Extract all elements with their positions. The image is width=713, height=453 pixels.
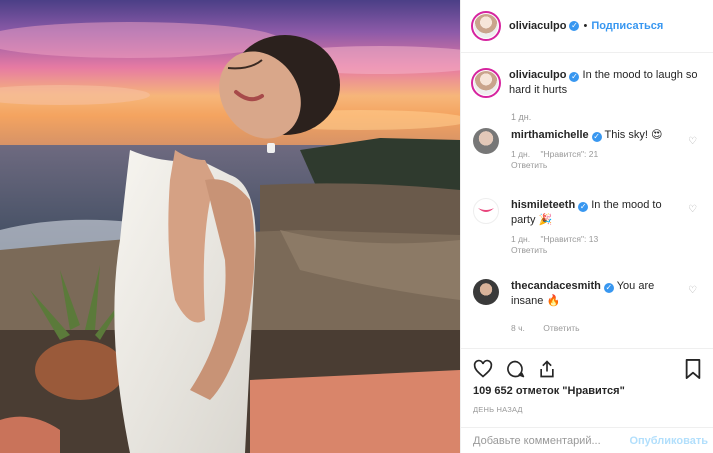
comment-item: mirthamichelle ✓ This sky! 😍 1 дн. "Нрави… <box>471 128 709 171</box>
reply-button[interactable]: Ответить <box>511 160 547 170</box>
author-avatar[interactable] <box>471 11 501 41</box>
heart-icon[interactable] <box>473 359 493 379</box>
reply-button[interactable]: Ответить <box>511 245 547 255</box>
follow-button[interactable]: Подписаться <box>591 20 663 32</box>
commenter-avatar[interactable] <box>473 198 499 224</box>
comment-meta: 8 ч. Ответить <box>511 323 686 334</box>
post-date: ДЕНЬ НАЗАД <box>473 405 523 414</box>
comment-time: 1 дн. <box>511 149 531 159</box>
comment-time: 8 ч. <box>511 323 525 333</box>
post-sidebar: oliviaculpo ✓ • Подписаться oliviaculpo ✓… <box>460 0 713 453</box>
verified-icon: ✓ <box>578 202 589 212</box>
heart-icon[interactable]: ♡ <box>688 136 697 147</box>
comment-text: This sky! 😍 <box>604 129 663 141</box>
commenter-avatar[interactable] <box>473 128 499 154</box>
post-header: oliviaculpo ✓ • Подписаться <box>461 0 713 53</box>
post-actions: 109 652 отметок "Нравится" ДЕНЬ НАЗАД Оп… <box>461 348 713 453</box>
post-photo[interactable] <box>0 0 460 453</box>
heart-icon[interactable]: ♡ <box>688 285 697 296</box>
comment-meta: 1 дн. "Нравится": 13 Ответить <box>511 234 686 256</box>
post-caption: oliviaculpo ✓ In the mood to laugh so har… <box>471 68 709 98</box>
comment-username[interactable]: hismileteeth <box>511 199 575 211</box>
verified-icon: ✓ <box>591 132 602 142</box>
comment-time: 1 дн. <box>511 234 531 244</box>
commenter-avatar[interactable] <box>473 279 499 305</box>
verified-icon: ✓ <box>603 283 614 293</box>
separator-dot: • <box>583 20 588 32</box>
comment-body: mirthamichelle ✓ This sky! 😍 1 дн. "Нрави… <box>511 128 686 171</box>
comment-input[interactable] <box>473 435 623 447</box>
comment-meta: 1 дн. "Нравится": 21 Ответить <box>511 149 686 171</box>
comment-username[interactable]: mirthamichelle <box>511 129 589 141</box>
reply-button[interactable]: Ответить <box>543 323 579 333</box>
action-icons <box>473 359 569 379</box>
share-icon[interactable] <box>537 359 557 379</box>
caption-time: 1 дн. <box>511 112 532 122</box>
likes-count[interactable]: 109 652 отметок "Нравится" <box>473 385 625 397</box>
comment-body: hismileteeth ✓ In the mood to party 🎉 1 д… <box>511 198 686 256</box>
caption-username[interactable]: oliviaculpo <box>509 69 566 81</box>
comment-body: thecandacesmith ✓ You are insane 🔥 8 ч. О… <box>511 279 686 334</box>
comment-icon[interactable] <box>505 359 525 379</box>
comment-username[interactable]: thecandacesmith <box>511 280 601 292</box>
author-username[interactable]: oliviaculpo <box>509 20 566 32</box>
heart-icon[interactable]: ♡ <box>688 204 697 215</box>
instagram-post: oliviaculpo ✓ • Подписаться oliviaculpo ✓… <box>0 0 713 453</box>
sunset-portrait-image <box>0 0 460 453</box>
add-comment-bar: Опубликовать <box>461 427 713 453</box>
comment-likes[interactable]: "Нравится": 13 <box>540 234 598 244</box>
caption-body: oliviaculpo ✓ In the mood to laugh so har… <box>509 68 709 98</box>
verified-icon: ✓ <box>569 72 580 82</box>
comment-likes[interactable]: "Нравится": 21 <box>540 149 598 159</box>
comment-item: thecandacesmith ✓ You are insane 🔥 8 ч. О… <box>471 279 709 334</box>
caption-author-avatar[interactable] <box>471 68 501 98</box>
publish-button[interactable]: Опубликовать <box>629 435 708 447</box>
comment-item: hismileteeth ✓ In the mood to party 🎉 1 д… <box>471 198 709 256</box>
verified-icon: ✓ <box>569 21 580 31</box>
bookmark-icon[interactable] <box>684 359 702 379</box>
